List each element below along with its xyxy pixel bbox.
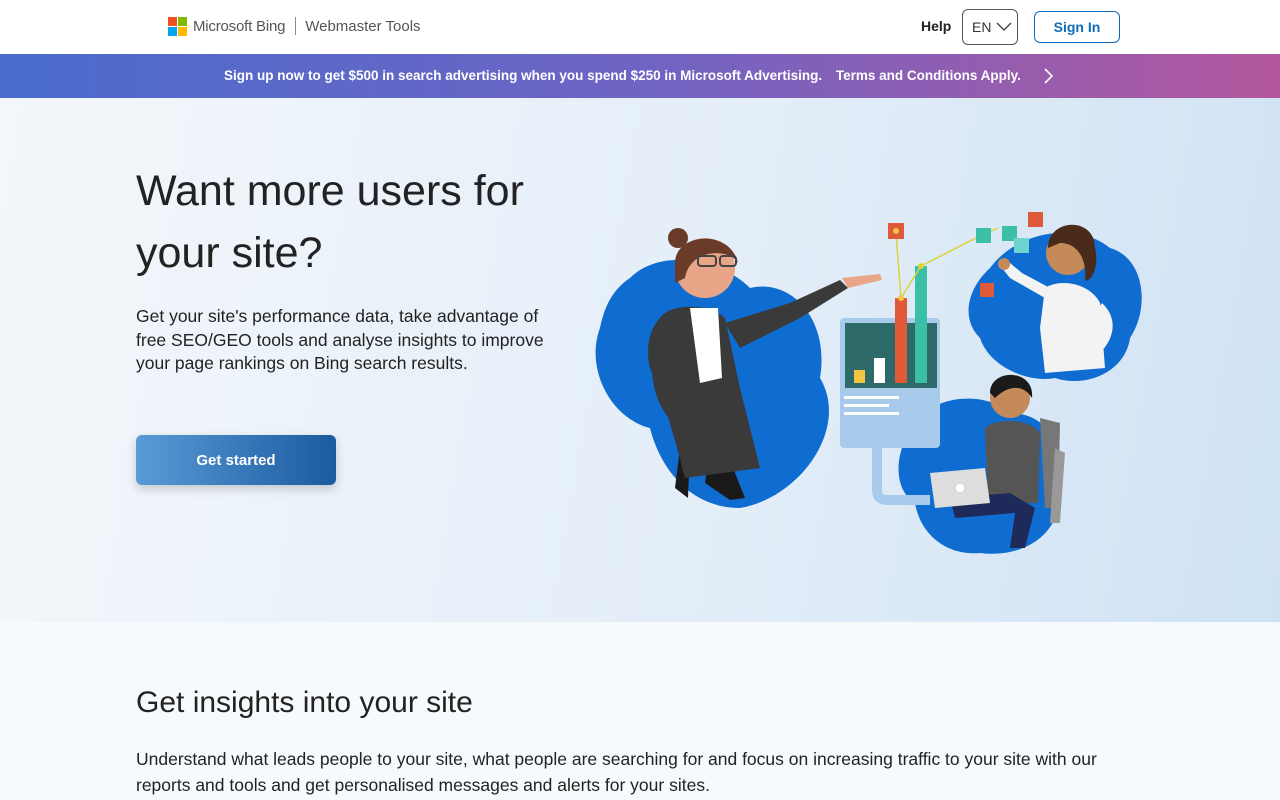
insights-title: Get insights into your site [136,686,473,719]
bar-orange [895,298,907,383]
site-header: Microsoft Bing Webmaster Tools Help EN S… [0,0,1280,54]
help-link[interactable]: Help [921,18,951,34]
hero-description: Get your site's performance data, take a… [136,306,544,373]
logo-divider [295,17,297,35]
bar-teal [915,266,927,383]
get-started-button[interactable]: Get started [136,435,336,485]
product-name: Webmaster Tools [305,17,421,35]
hero-illustration [595,212,1142,554]
promo-text-wrapper: Sign up now to get $500 in search advert… [224,68,1021,83]
language-label: EN [972,19,992,35]
promo-terms-link[interactable]: Terms and Conditions Apply. [836,68,1021,83]
promo-text: Sign up now to get $500 in search advert… [224,68,823,83]
language-selector[interactable]: EN [962,9,1018,45]
chevron-right-icon[interactable] [1043,67,1055,85]
brand-name: Microsoft Bing [193,17,286,35]
insights-description: Understand what leads people to your sit… [136,749,1097,795]
hero-section: Want more users for your site? Get your … [0,98,1280,622]
microsoft-logo-icon [168,16,187,36]
bing-webmaster-logo[interactable]: Microsoft Bing Webmaster Tools [168,16,421,36]
chevron-down-icon [996,22,1012,31]
hero-title: Want more users for your site? [136,167,524,277]
sign-in-button[interactable]: Sign In [1034,11,1120,43]
promo-banner[interactable]: Sign up now to get $500 in search advert… [0,54,1280,98]
